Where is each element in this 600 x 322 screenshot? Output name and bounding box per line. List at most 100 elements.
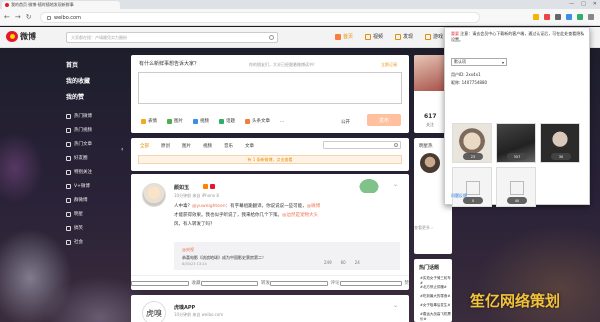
reload-icon[interactable]: ↻ — [26, 13, 32, 21]
mention-link[interactable]: @边然是宠物大头 — [282, 213, 318, 218]
nav-discover[interactable]: 发现 — [395, 33, 413, 40]
thumbnail[interactable]: 23 — [452, 123, 492, 163]
sidebar-item[interactable]: 热门文章 — [66, 141, 122, 147]
tab-music[interactable]: 音乐 — [224, 143, 233, 149]
topic-item[interactable]: #吃到最大的零食# — [420, 294, 450, 299]
sidebar-item[interactable]: 好友圈 — [66, 155, 122, 161]
extension-icon[interactable] — [544, 14, 550, 20]
nav-home[interactable]: 首页 — [335, 33, 353, 40]
tab-video[interactable]: 视频 — [203, 143, 212, 149]
huxiu-logo[interactable]: 虎嗅 — [142, 301, 166, 322]
sidebar-item[interactable]: 搞笑 — [66, 225, 122, 231]
post-text: 人中毒？ — [174, 204, 192, 209]
action-label: 赞 — [404, 281, 410, 286]
star-icon[interactable] — [533, 14, 539, 20]
menu-icon[interactable] — [588, 14, 594, 20]
sidebar-likes[interactable]: 我的赞 — [66, 92, 122, 101]
nav-video[interactable]: 视频 — [365, 33, 383, 40]
sidebar-item-label: 热门微博 — [74, 114, 92, 119]
compose-notice-link[interactable]: 立即订阅 — [381, 62, 397, 68]
browser-tab[interactable]: 我的首页 微博-随时随地发现新鲜事 — [2, 1, 120, 9]
recommend-title: 明星热 — [419, 144, 433, 149]
nav-game[interactable]: 游戏 — [425, 33, 443, 40]
feed-search-input[interactable] — [323, 141, 401, 149]
tool-article[interactable]: 头条文章 — [245, 118, 270, 124]
collapse-arrow-icon[interactable]: ‹ — [121, 146, 126, 153]
mention-link[interactable]: @yuweighteen — [192, 204, 226, 209]
follow-count[interactable]: 617 — [424, 113, 437, 120]
post-author[interactable]: 颜如玉 — [174, 184, 189, 191]
see-more-link[interactable]: 查看更多 › — [414, 225, 433, 231]
tab-images[interactable]: 图片 — [182, 143, 191, 149]
tool-label: 头条文章 — [252, 119, 270, 124]
send-button[interactable]: 发布 — [367, 114, 401, 126]
sidebar-item[interactable]: 特别关注 — [66, 169, 122, 175]
repost-count: 249 — [324, 260, 332, 265]
repost-author[interactable]: @央视 — [182, 247, 194, 253]
sidebar-item[interactable]: 明星 — [66, 211, 122, 217]
avatar[interactable] — [142, 183, 166, 207]
search-icon[interactable] — [394, 143, 398, 147]
tab-all[interactable]: 全部 — [140, 143, 149, 149]
topic-icon — [219, 118, 224, 124]
repost-text: 恭喜电影《流浪地球》成为中国影史票房第二！ — [182, 255, 266, 260]
sidebar-item[interactable]: 热门视频 — [66, 127, 122, 133]
search-input[interactable]: 大家都在搜：卢靖姗凭实力圈粉 — [66, 32, 278, 43]
sidebar-home[interactable]: 首页 — [66, 60, 122, 69]
repost-block[interactable]: @央视 恭喜电影《流浪地球》成为中国影史票房第二！ 8/30/23 13:24 … — [174, 242, 400, 270]
sidebar-item[interactable]: 热门微博 — [66, 113, 122, 119]
repost-button[interactable]: 转发 — [200, 276, 270, 290]
browser-titlebar: 我的首页 微博-随时随地发现新鲜事 — □ ✕ — [0, 0, 600, 9]
tab-article[interactable]: 文章 — [245, 143, 254, 149]
minimize-icon[interactable]: — — [569, 1, 574, 7]
tool-topic[interactable]: 话题 — [219, 118, 235, 124]
avatar[interactable] — [420, 153, 440, 173]
topic-item[interactable]: #实拍女子骑三轮车# — [420, 276, 452, 285]
comment-button[interactable]: 评论 — [270, 276, 340, 290]
extension-icons — [533, 14, 594, 20]
sidebar-favorites[interactable]: 我的收藏 — [66, 76, 122, 85]
compose-textarea[interactable] — [138, 72, 402, 104]
tab-original[interactable]: 原创 — [161, 143, 170, 149]
sidebar-item[interactable]: V+微博 — [66, 183, 122, 189]
sidebar-item[interactable]: 社会 — [66, 239, 122, 245]
account-select[interactable]: 默认项 ▾ — [451, 58, 507, 66]
thumbnail-empty[interactable]: 0 — [452, 167, 492, 207]
vplus-icon — [66, 183, 71, 189]
new-posts-bar[interactable]: 有 1 条新微博，点击查看 — [138, 155, 402, 164]
thumbnail[interactable]: 30 — [540, 123, 580, 163]
visibility-select[interactable]: 公开 — [341, 119, 350, 125]
tool-image[interactable]: 图片 — [167, 118, 183, 124]
url-input[interactable]: weibo.com — [40, 12, 480, 23]
tool-video[interactable]: 视频 — [193, 118, 209, 124]
feedback-link[interactable]: 问题反馈 — [451, 193, 467, 199]
mention-link[interactable]: @微博 — [307, 204, 321, 209]
weibo-logo[interactable]: 微博 — [6, 31, 36, 42]
chevron-down-icon[interactable]: ⌄ — [393, 302, 398, 309]
search-icon[interactable] — [269, 35, 274, 40]
tool-more[interactable]: ... — [280, 118, 284, 124]
chevron-down-icon[interactable]: ⌄ — [393, 181, 398, 188]
special-icon — [66, 169, 71, 175]
topic-item[interactable]: #春运大战高飞机票价# — [420, 312, 452, 322]
topic-item[interactable]: #北方停止供暖# — [420, 285, 447, 290]
topic-item[interactable]: #女子吸毒后发生# — [420, 303, 450, 308]
extension-icon[interactable] — [566, 14, 572, 20]
post-author[interactable]: 虎嗅APP — [174, 304, 195, 311]
tool-emoji[interactable]: 表情 — [141, 118, 157, 124]
thumbnail[interactable]: 357 — [496, 123, 536, 163]
close-icon[interactable]: ✕ — [593, 1, 597, 7]
nav-label: 游戏 — [433, 34, 444, 40]
feed-card: 虎嗅 虎嗅APP 10分钟前 来自 weibo.com ⌄ — [131, 295, 409, 322]
extension-icon[interactable] — [577, 14, 583, 20]
favorite-button[interactable]: 收藏 — [131, 276, 201, 290]
sidebar-item[interactable]: 群微博 — [66, 197, 122, 203]
back-icon[interactable]: ← — [4, 13, 10, 21]
sidebar-item-label: 社会 — [74, 240, 83, 245]
extension-icon[interactable] — [555, 14, 561, 20]
thumbnail-empty[interactable]: 40 — [496, 167, 536, 207]
forward-icon[interactable]: → — [15, 13, 21, 21]
maximize-icon[interactable]: □ — [581, 1, 586, 7]
like-button[interactable]: 赞 — [339, 276, 410, 290]
tab-title: 我的首页 微博-随时随地发现新鲜事 — [11, 2, 74, 7]
